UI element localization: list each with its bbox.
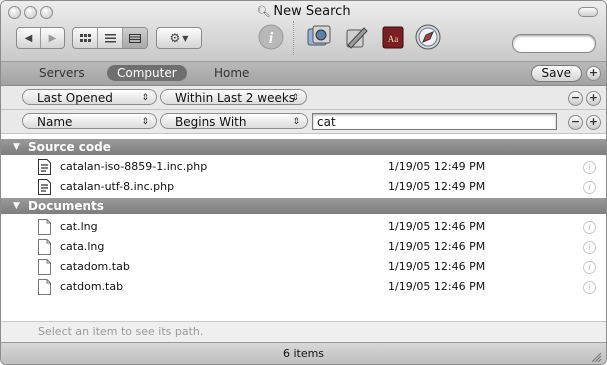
- svg-text:i: i: [269, 30, 274, 47]
- file-date: 1/19/05 12:46 PM: [388, 220, 486, 233]
- updown-arrows-icon: ⇕: [292, 117, 300, 127]
- toolbar-search-field[interactable]: [512, 34, 596, 53]
- list-view-icon[interactable]: [98, 28, 123, 48]
- info-icon: i: [258, 24, 284, 50]
- file-name: catalan-utf-8.inc.php: [60, 180, 175, 193]
- view-mode-control: [72, 27, 148, 49]
- remove-criteria-button[interactable]: −: [568, 115, 583, 130]
- criteria-value-field[interactable]: cat: [312, 113, 557, 130]
- operator-popup-label: Begins With: [175, 115, 247, 129]
- attribute-popup-label: Name: [37, 115, 73, 129]
- criteria-row: Name ⇕ Begins With ⇕ cat − +: [1, 110, 606, 134]
- search-magnifier-icon: 🔍︎: [256, 5, 271, 18]
- updown-arrows-icon: ⇕: [141, 117, 149, 127]
- path-bar: Select an item to see its path.: [1, 321, 606, 342]
- attribute-popup[interactable]: Last Opened ⇕: [22, 89, 157, 105]
- file-name: catalan-iso-8859-1.inc.php: [60, 160, 208, 173]
- disclosure-triangle-icon[interactable]: ▼: [13, 198, 20, 214]
- add-criteria-button[interactable]: +: [586, 115, 601, 130]
- attribute-popup[interactable]: Name ⇕: [22, 113, 157, 129]
- scope-bar: Servers Computer Home Save +: [1, 62, 606, 86]
- operator-popup[interactable]: Within Last 2 weeks ⇕: [160, 89, 307, 105]
- list-item[interactable]: catalan-iso-8859-1.inc.php 1/19/05 12:49…: [1, 157, 606, 177]
- dictionary-app-button[interactable]: Aa: [378, 22, 408, 52]
- file-name: cata.lng: [60, 240, 105, 253]
- scope-tab-computer[interactable]: Computer: [107, 65, 187, 81]
- save-search-button[interactable]: Save: [530, 65, 582, 82]
- section-header-source-code[interactable]: ▼ Source code: [1, 139, 606, 155]
- action-menu-button[interactable]: ⚙︎ ▼: [156, 27, 202, 49]
- file-date: 1/19/05 12:46 PM: [388, 280, 486, 293]
- document-file-icon: [38, 259, 51, 275]
- window-title: 🔍︎ New Search: [1, 4, 606, 19]
- path-hint: Select an item to see its path.: [38, 325, 204, 338]
- script-editor-icon: [346, 27, 368, 49]
- php-file-icon: [38, 179, 51, 195]
- script-editor-app-button[interactable]: [341, 22, 371, 52]
- file-name: cat.lng: [60, 220, 98, 233]
- resize-grip-icon[interactable]: [590, 351, 602, 363]
- back-arrow-icon[interactable]: ◀: [17, 28, 41, 48]
- file-name: catadom.tab: [60, 260, 130, 273]
- file-name: catdom.tab: [60, 280, 124, 293]
- section-title: Documents: [28, 199, 104, 213]
- operator-popup[interactable]: Begins With ⇕: [160, 113, 308, 129]
- list-item[interactable]: cata.lng 1/19/05 12:46 PM i: [1, 237, 606, 257]
- info-icon[interactable]: i: [583, 161, 596, 174]
- file-date: 1/19/05 12:49 PM: [388, 160, 486, 173]
- get-info-button[interactable]: i: [256, 22, 286, 52]
- file-date: 1/19/05 12:49 PM: [388, 180, 486, 193]
- finder-window: 🔍︎ New Search ◀ ▶ ⚙︎ ▼ i Aa Servers Comp…: [0, 0, 607, 365]
- list-item[interactable]: catadom.tab 1/19/05 12:46 PM i: [1, 257, 606, 277]
- scope-tab-home[interactable]: Home: [214, 65, 249, 81]
- document-file-icon: [38, 239, 51, 255]
- status-bar: 6 items: [1, 342, 606, 364]
- toolbar: 🔍︎ New Search ◀ ▶ ⚙︎ ▼ i Aa: [1, 1, 606, 62]
- section-header-documents[interactable]: ▼ Documents: [1, 198, 606, 214]
- item-count: 6 items: [282, 347, 325, 360]
- attribute-popup-label: Last Opened: [37, 91, 113, 105]
- section-title: Source code: [28, 140, 111, 154]
- document-file-icon: [38, 219, 51, 235]
- forward-arrow-icon[interactable]: ▶: [41, 28, 64, 48]
- icon-view-icon[interactable]: [73, 28, 98, 48]
- safari-app-button[interactable]: [413, 22, 443, 52]
- toolbar-toggle-button[interactable]: [578, 7, 598, 17]
- info-icon[interactable]: i: [583, 241, 596, 254]
- back-forward-control: ◀ ▶: [16, 27, 65, 49]
- preview-icon: [307, 25, 331, 46]
- add-criteria-button[interactable]: +: [586, 91, 601, 106]
- gear-menu-icon: ⚙︎ ▼: [169, 31, 189, 45]
- info-icon[interactable]: i: [583, 181, 596, 194]
- php-file-icon: [38, 159, 51, 175]
- list-item[interactable]: cat.lng 1/19/05 12:46 PM i: [1, 217, 606, 237]
- document-file-icon: [38, 279, 51, 295]
- list-item[interactable]: catalan-utf-8.inc.php 1/19/05 12:49 PM i: [1, 177, 606, 197]
- safari-icon: [415, 24, 441, 50]
- file-date: 1/19/05 12:46 PM: [388, 260, 486, 273]
- window-title-text: New Search: [273, 4, 351, 19]
- column-view-icon[interactable]: [123, 28, 147, 48]
- dictionary-icon: Aa: [382, 26, 404, 49]
- scope-tab-servers[interactable]: Servers: [39, 65, 85, 81]
- criteria-row: Last Opened ⇕ Within Last 2 weeks ⇕ − +: [1, 86, 606, 110]
- file-date: 1/19/05 12:46 PM: [388, 240, 486, 253]
- preview-app-button[interactable]: [304, 22, 334, 52]
- info-icon[interactable]: i: [583, 281, 596, 294]
- svg-text:Aa: Aa: [388, 34, 399, 44]
- remove-criteria-button[interactable]: −: [568, 91, 583, 106]
- toolbar-separator: [293, 21, 295, 55]
- add-scope-button[interactable]: +: [586, 66, 601, 81]
- info-icon[interactable]: i: [583, 221, 596, 234]
- info-icon[interactable]: i: [583, 261, 596, 274]
- updown-arrows-icon: ⇕: [291, 93, 299, 103]
- updown-arrows-icon: ⇕: [141, 93, 149, 103]
- disclosure-triangle-icon[interactable]: ▼: [13, 139, 20, 155]
- list-item[interactable]: catdom.tab 1/19/05 12:46 PM i: [1, 277, 606, 297]
- operator-popup-label: Within Last 2 weeks: [175, 91, 296, 105]
